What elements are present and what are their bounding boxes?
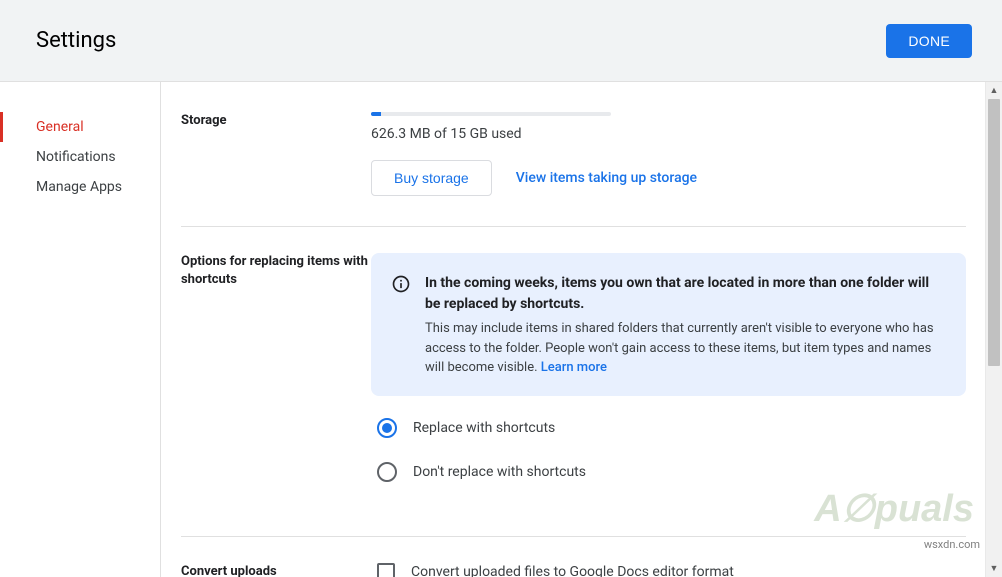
page-title: Settings [36,28,116,53]
shortcuts-section: Options for replacing items with shortcu… [181,253,966,537]
settings-content: Storage 626.3 MB of 15 GB used Buy stora… [161,82,1002,577]
radio-dont-replace[interactable]: Don't replace with shortcuts [377,462,966,482]
storage-label: Storage [181,112,371,196]
info-body: This may include items in shared folders… [425,319,946,378]
scroll-track[interactable] [986,99,1002,560]
radio-icon [377,418,397,438]
settings-body: General Notifications Manage Apps Storag… [0,82,1002,577]
scroll-down-button[interactable]: ▼ [986,560,1002,577]
radio-icon [377,462,397,482]
info-icon [391,274,411,378]
convert-section: Convert uploads Convert uploaded files t… [181,563,966,577]
sidebar-item-general[interactable]: General [0,112,160,142]
settings-header: Settings DONE [0,0,1002,82]
radio-replace[interactable]: Replace with shortcuts [377,418,966,438]
sidebar-item-notifications[interactable]: Notifications [0,142,160,172]
scroll-up-button[interactable]: ▲ [986,82,1002,99]
scroll-thumb[interactable] [988,99,1000,366]
done-button[interactable]: DONE [886,24,972,58]
convert-checkbox[interactable] [377,563,395,577]
sidebar-item-manage-apps[interactable]: Manage Apps [0,172,160,202]
storage-section: Storage 626.3 MB of 15 GB used Buy stora… [181,112,966,227]
storage-progress [371,112,611,116]
sidebar: General Notifications Manage Apps [0,82,161,577]
buy-storage-button[interactable]: Buy storage [371,160,492,196]
radio-replace-label: Replace with shortcuts [413,420,555,436]
shortcuts-label: Options for replacing items with shortcu… [181,253,371,506]
radio-dont-replace-label: Don't replace with shortcuts [413,464,586,480]
info-title: In the coming weeks, items you own that … [425,273,946,315]
vertical-scrollbar[interactable]: ▲ ▼ [985,82,1002,577]
info-body-text: This may include items in shared folders… [425,321,934,375]
convert-checkbox-label: Convert uploaded files to Google Docs ed… [411,564,734,577]
shortcuts-info-box: In the coming weeks, items you own that … [371,253,966,396]
convert-label: Convert uploads [181,563,371,577]
storage-used-text: 626.3 MB of 15 GB used [371,126,966,142]
storage-progress-fill [371,112,381,116]
view-storage-link[interactable]: View items taking up storage [516,170,697,186]
learn-more-link[interactable]: Learn more [541,360,607,375]
